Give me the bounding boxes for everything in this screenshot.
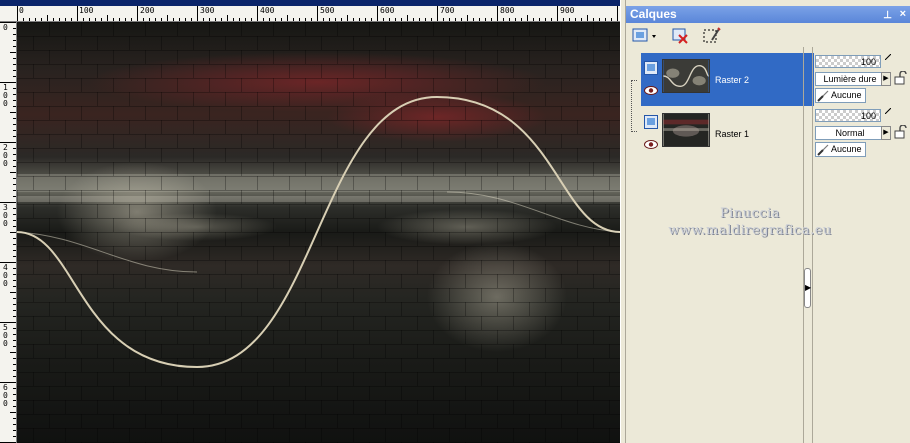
layer-thumbnail — [662, 59, 710, 93]
edit-selection-button[interactable] — [702, 26, 722, 46]
ruler-label: 500 — [320, 6, 335, 15]
canvas-artwork — [17, 22, 620, 443]
palette-title: Calques — [630, 7, 677, 21]
blend-mode-arrow-icon[interactable]: ▶ — [881, 72, 891, 86]
opacity-slider[interactable]: 100 — [815, 55, 881, 68]
ruler-label: 0 — [19, 6, 24, 15]
blend-mode-select[interactable]: Lumière dure — [815, 72, 885, 86]
ruler-label: 600 — [380, 6, 395, 15]
ruler-label: 500 — [3, 323, 8, 348]
chevron-right-icon: ▶ — [805, 283, 812, 292]
pin-icon[interactable]: ⊥ — [883, 7, 892, 24]
layer-row-raster-1[interactable]: Raster 1 — [641, 107, 814, 160]
layer-properties-raster-1: 100 Normal ▶ Aucune — [815, 104, 910, 158]
close-icon[interactable]: × — [900, 6, 906, 23]
lock-icon[interactable] — [894, 71, 907, 85]
blend-mode-arrow-icon[interactable]: ▶ — [881, 126, 891, 140]
watermark-line-1: Pinuccia — [719, 206, 781, 221]
watermark: Pinuccia www.maldiregrafica.eu — [630, 205, 870, 239]
slider-corner-icon — [885, 108, 891, 114]
group-tree-line — [631, 80, 637, 132]
eye-icon[interactable] — [644, 140, 658, 149]
layer-row-raster-2[interactable]: Raster 2 — [641, 53, 814, 106]
layers-list: Raster 2 Raster 1 — [631, 50, 814, 443]
layer-name: Raster 2 — [715, 75, 750, 85]
palette-titlebar[interactable]: Calques ⊥ × — [626, 6, 910, 23]
paint-shop-window: 0 100 200 300 400 500 600 700 800 900 0 … — [0, 0, 910, 443]
horizontal-ruler[interactable]: 0 100 200 300 400 500 600 700 800 900 — [0, 6, 620, 22]
mask-field[interactable]: Aucune — [815, 142, 866, 157]
palette-toolbar — [626, 23, 910, 49]
new-layer-icon — [632, 28, 656, 42]
blend-mode-select[interactable]: Normal — [815, 126, 885, 140]
ruler-label: 200 — [140, 6, 155, 15]
brush-icon — [817, 90, 829, 102]
ruler-label: 100 — [79, 6, 94, 15]
watermark-line-2: www.maldiregrafica.eu — [668, 223, 832, 238]
ruler-label: 0 — [3, 23, 8, 32]
opacity-value: 100 — [860, 57, 876, 67]
eye-icon[interactable] — [644, 86, 658, 95]
delete-layer-icon — [672, 28, 688, 44]
opacity-slider[interactable]: 100 — [815, 109, 881, 122]
layer-properties-column: 100 Lumière dure ▶ Aucune 100 Normal ▶ A… — [812, 47, 910, 443]
raster-layer-icon — [644, 115, 658, 129]
edit-selection-icon — [703, 27, 721, 43]
raster-layer-icon — [644, 61, 658, 75]
ruler-label: 400 — [260, 6, 275, 15]
layer-thumbnail — [662, 113, 710, 147]
image-canvas[interactable] — [17, 22, 620, 443]
opacity-value: 100 — [860, 111, 876, 121]
ruler-label: 700 — [440, 6, 455, 15]
ruler-label: 300 — [3, 203, 8, 228]
ruler-label: 300 — [200, 6, 215, 15]
mask-label: Aucune — [831, 90, 862, 100]
mask-field[interactable]: Aucune — [815, 88, 866, 103]
ruler-label: 200 — [3, 143, 8, 168]
ruler-label: 900 — [560, 6, 575, 15]
layer-properties-raster-2: 100 Lumière dure ▶ Aucune — [815, 50, 910, 104]
collapse-properties-button[interactable]: ▶ — [804, 268, 811, 308]
ruler-label: 100 — [3, 83, 8, 108]
slider-corner-icon — [885, 54, 891, 60]
brush-icon — [817, 144, 829, 156]
ruler-label: 400 — [3, 263, 8, 288]
ruler-label: 800 — [500, 6, 515, 15]
new-layer-button[interactable] — [631, 26, 659, 46]
lock-icon[interactable] — [894, 125, 907, 139]
vertical-ruler[interactable]: 0 100 200 300 400 500 600 — [0, 22, 17, 443]
delete-layer-button[interactable] — [671, 26, 691, 46]
mask-label: Aucune — [831, 144, 862, 154]
layer-name: Raster 1 — [715, 129, 750, 139]
ruler-label: 600 — [3, 383, 8, 408]
